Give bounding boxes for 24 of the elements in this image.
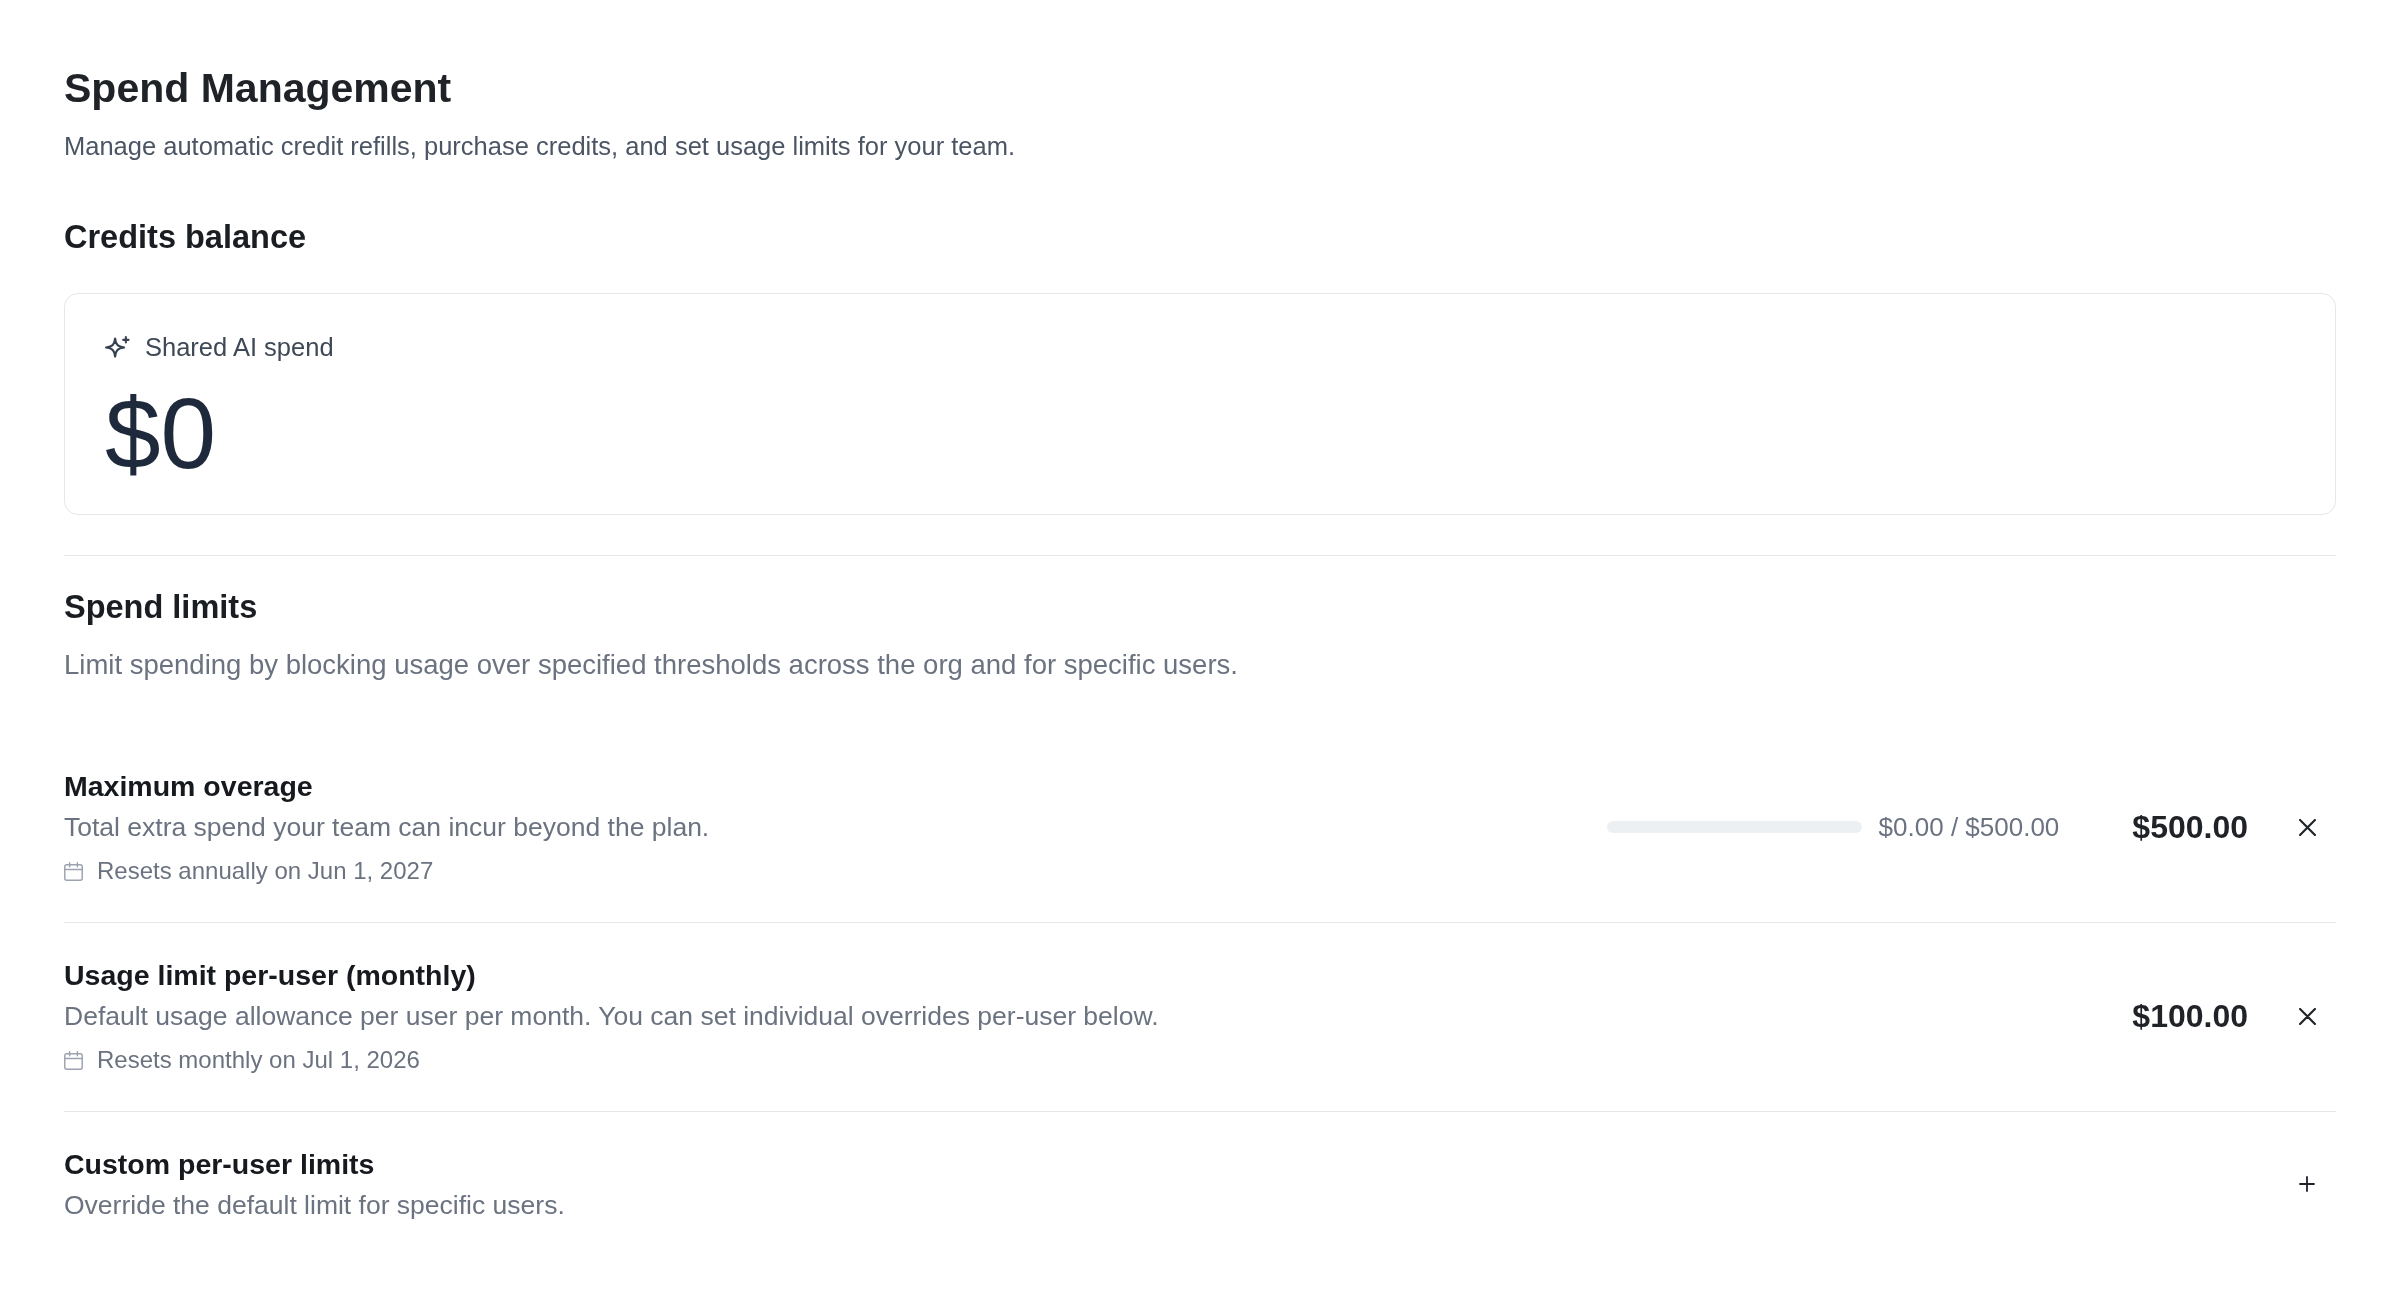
- limit-description: Override the default limit for specific users.: [64, 1189, 565, 1222]
- section-description: Limit spending by blocking usage over specified thresholds across the org and for specific users.: [64, 648, 1239, 682]
- calendar-icon: [64, 1050, 83, 1070]
- calendar-icon: [64, 861, 83, 881]
- limit-title: Custom per-user limits: [64, 1147, 375, 1182]
- limit-description: Total extra spend your team can incur beyond the plan.: [64, 811, 710, 844]
- page-title: Spend Management: [64, 64, 453, 112]
- card-label: Shared AI spend: [145, 332, 334, 363]
- balance-amount: $0: [105, 388, 218, 478]
- close-icon: [2298, 1007, 2316, 1025]
- sparkle-icon: [105, 335, 130, 359]
- limit-amount: $500.00: [2132, 808, 2248, 847]
- reset-note: Resets monthly on Jul 1, 2026: [97, 1045, 420, 1075]
- limit-title: Maximum overage: [64, 769, 313, 804]
- section-heading: Spend limits: [64, 588, 259, 627]
- reset-note: Resets annually on Jun 1, 2027: [97, 856, 434, 886]
- limit-title: Usage limit per-user (monthly): [64, 958, 476, 993]
- limit-description: Default usage allowance per user per month. You can set individual overrides per-user below.: [64, 1000, 1159, 1033]
- usage-reading: $0.00 / $500.00: [1878, 811, 2060, 844]
- plus-icon: [2299, 1176, 2315, 1192]
- page-subtitle: Manage automatic credit refills, purchase credits, and set usage limits for your team.: [64, 131, 1016, 162]
- section-heading: Credits balance: [64, 218, 308, 257]
- close-icon: [2298, 818, 2316, 836]
- limit-amount: $100.00: [2132, 997, 2248, 1036]
